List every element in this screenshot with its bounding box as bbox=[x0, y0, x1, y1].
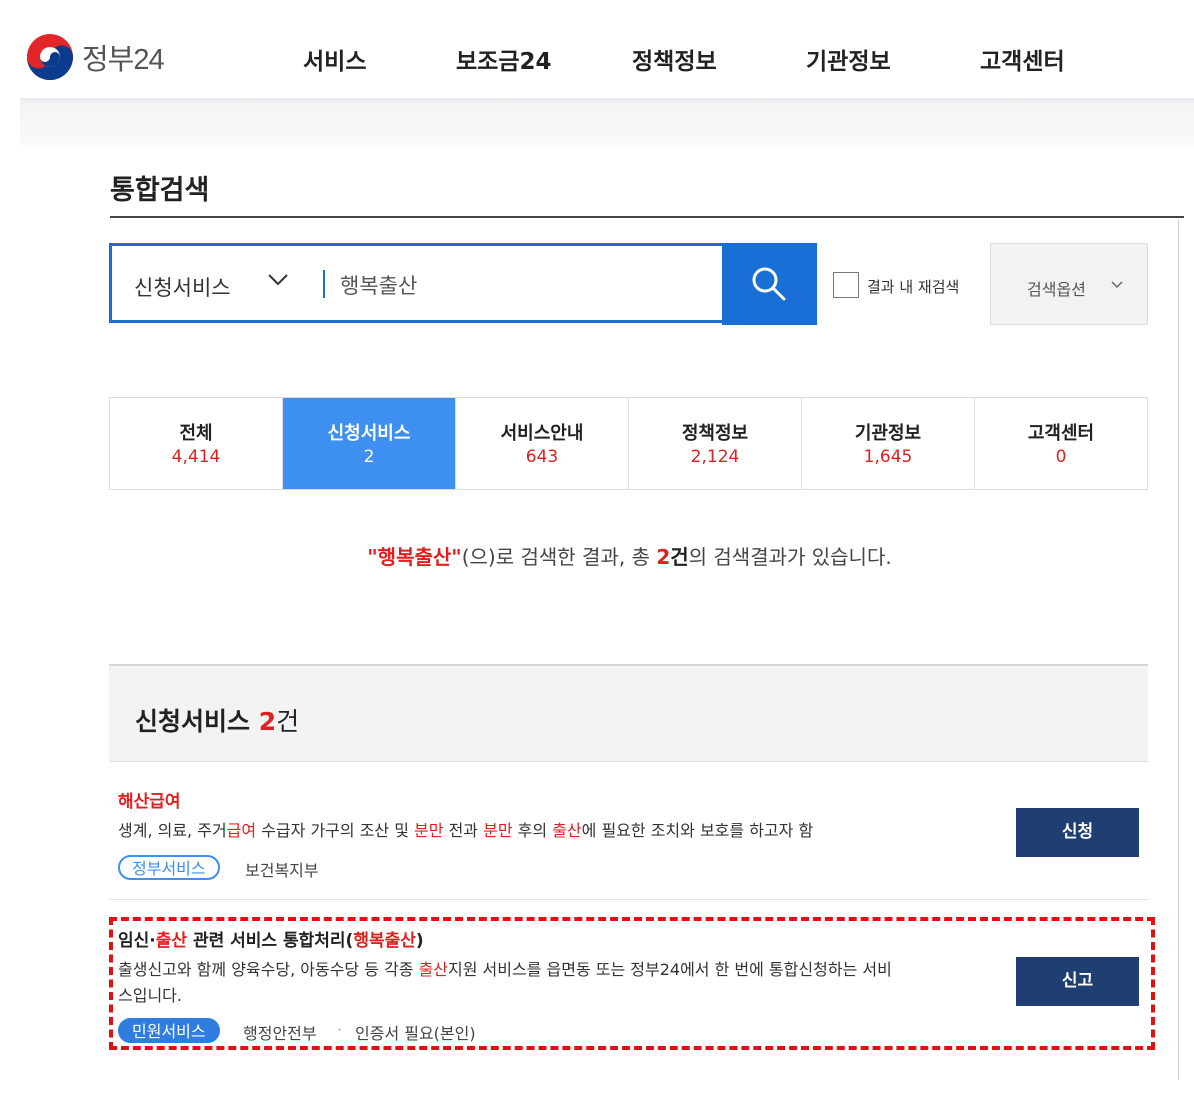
tab-label: 서비스안내 bbox=[500, 423, 584, 444]
site-header: 정부24 서비스 보조금24 정책정보 기관정보 고객센터 bbox=[0, 0, 1194, 98]
tab-count: 643 bbox=[525, 447, 559, 467]
tab-all[interactable]: 전체 4,414 bbox=[110, 398, 283, 489]
tab-label: 고객센터 bbox=[1027, 423, 1095, 444]
search-icon bbox=[752, 267, 786, 301]
tab-count: 2 bbox=[363, 447, 375, 467]
highlight-annotation-box bbox=[109, 917, 1155, 1050]
agency-name: 보건복지부 bbox=[245, 861, 319, 880]
search-result-summary: "행복출산"(으)로 검색한 결과, 총 2건의 검색결과가 있습니다. bbox=[0, 541, 1194, 570]
search-input[interactable]: 행복출산 bbox=[340, 270, 417, 300]
tab-policy-info[interactable]: 정책정보 2,124 bbox=[629, 398, 802, 489]
result-category-tabs: 전체 4,414 신청서비스 2 서비스안내 643 정책정보 2,124 기관… bbox=[109, 397, 1148, 490]
nav-item-agency-info[interactable]: 기관정보 bbox=[806, 42, 891, 76]
chevron-down-icon bbox=[1111, 281, 1123, 289]
tab-count: 4,414 bbox=[171, 447, 221, 467]
search-options-button[interactable]: 검색옵션 bbox=[990, 243, 1148, 325]
section-header: 신청서비스 2건 bbox=[109, 664, 1148, 762]
tab-label: 기관정보 bbox=[854, 423, 922, 444]
site-logo[interactable]: 정부24 bbox=[26, 33, 165, 81]
tab-count: 0 bbox=[1055, 447, 1067, 467]
nav-item-subsidy24[interactable]: 보조금24 bbox=[456, 42, 552, 76]
tab-agency-info[interactable]: 기관정보 1,645 bbox=[802, 398, 975, 489]
tab-application-services[interactable]: 신청서비스 2 bbox=[283, 398, 456, 489]
summary-count: 2건 bbox=[656, 545, 689, 569]
tab-customer-center[interactable]: 고객센터 0 bbox=[975, 398, 1147, 489]
search-options-label: 검색옵션 bbox=[1027, 280, 1086, 299]
chevron-down-icon[interactable] bbox=[267, 268, 289, 290]
page-title: 통합검색 bbox=[110, 175, 210, 206]
result-divider bbox=[109, 899, 1148, 900]
header-shadow-band bbox=[20, 98, 1194, 146]
nav-item-customer-center[interactable]: 고객센터 bbox=[980, 42, 1065, 76]
logo-text: 정부24 bbox=[82, 44, 165, 76]
search-box: 신청서비스 행복출산 bbox=[109, 243, 725, 323]
tab-service-guide[interactable]: 서비스안내 643 bbox=[456, 398, 629, 489]
section-title: 신청서비스 2건 bbox=[135, 707, 300, 736]
research-within-results-label: 결과 내 재검색 bbox=[867, 278, 960, 296]
search-category-select[interactable]: 신청서비스 bbox=[134, 272, 231, 302]
service-type-badge: 정부서비스 bbox=[118, 855, 220, 880]
result-title[interactable]: 해산급여 bbox=[118, 787, 181, 812]
tab-count: 1,645 bbox=[863, 447, 913, 467]
text-cursor bbox=[323, 270, 325, 298]
nav-item-services[interactable]: 서비스 bbox=[303, 42, 366, 76]
research-within-results-checkbox[interactable] bbox=[833, 272, 859, 298]
summary-query: "행복출산" bbox=[367, 545, 462, 569]
tab-label: 신청서비스 bbox=[327, 423, 411, 444]
title-divider bbox=[110, 216, 1184, 218]
nav-item-policy-info[interactable]: 정책정보 bbox=[632, 42, 717, 76]
tab-label: 정책정보 bbox=[681, 423, 749, 444]
tab-label: 전체 bbox=[179, 423, 213, 444]
summary-text-end: 의 검색결과가 있습니다. bbox=[688, 545, 892, 569]
section-count: 2 bbox=[258, 707, 277, 736]
summary-text: (으)로 검색한 결과, 총 bbox=[461, 545, 657, 569]
government-emblem-icon bbox=[27, 34, 73, 80]
apply-button[interactable]: 신청 bbox=[1016, 808, 1139, 857]
search-button[interactable] bbox=[722, 243, 817, 325]
tab-count: 2,124 bbox=[690, 447, 740, 467]
result-description: 생계, 의료, 주거급여 수급자 가구의 조산 및 분만 전과 분만 후의 출산… bbox=[118, 821, 814, 840]
content-right-border bbox=[1178, 220, 1179, 1080]
